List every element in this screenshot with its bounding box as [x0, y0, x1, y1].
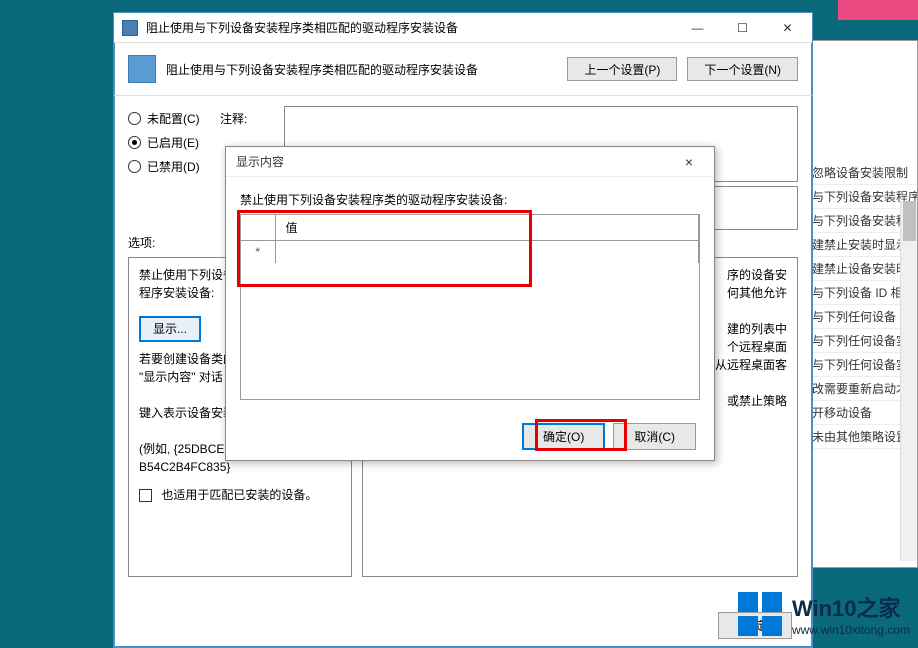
background-policy-list: 忽略设备安装限制 与下列设备安装程序 与下列设备安装程序 建禁止安装时显示自 建… [805, 40, 918, 568]
policy-line[interactable]: 忽略设备安装限制 [806, 161, 917, 185]
watermark-brand1: Win10 [792, 596, 857, 621]
checkbox-label: 也适用于匹配已安装的设备。 [161, 488, 317, 502]
watermark: Win10之家 www.win10xitong.com [736, 590, 910, 638]
radio-not-configured[interactable]: 未配置(C) [128, 106, 220, 130]
values-table[interactable]: 值 * [240, 214, 700, 400]
radio-icon [128, 112, 141, 125]
row-marker: * [241, 241, 275, 264]
dialog-title: 显示内容 [236, 153, 284, 170]
policy-header-text: 阻止使用与下列设备安装程序类相匹配的驱动程序安装设备 [166, 61, 557, 78]
titlebar[interactable]: 阻止使用与下列设备安装程序类相匹配的驱动程序安装设备 — ☐ ✕ [114, 13, 812, 43]
scrollbar[interactable] [900, 201, 917, 561]
dialog-cancel-button[interactable]: 取消(C) [613, 423, 696, 450]
dialog-message: 禁止使用下列设备安装程序类的驱动程序安装设备: [226, 177, 714, 214]
next-setting-button[interactable]: 下一个设置(N) [687, 57, 798, 81]
radio-icon [128, 160, 141, 173]
watermark-url: www.win10xitong.com [792, 623, 910, 637]
prev-setting-button[interactable]: 上一个设置(P) [567, 57, 677, 81]
close-button[interactable]: ✕ [765, 14, 810, 42]
radio-enabled[interactable]: 已启用(E) [128, 130, 220, 154]
radio-disabled[interactable]: 已禁用(D) [128, 154, 220, 178]
radio-icon [128, 136, 141, 149]
show-button[interactable]: 显示... [139, 316, 201, 342]
minimize-button[interactable]: — [675, 14, 720, 42]
radio-label: 未配置(C) [147, 110, 200, 127]
window-title: 阻止使用与下列设备安装程序类相匹配的驱动程序安装设备 [146, 19, 675, 36]
maximize-button[interactable]: ☐ [720, 14, 765, 42]
close-icon[interactable]: × [674, 154, 704, 170]
table-header-blank [241, 215, 275, 241]
table-row: * [241, 241, 699, 264]
windows-logo-icon [736, 590, 784, 638]
options-label: 选项: [128, 236, 155, 250]
radio-label: 已禁用(D) [147, 158, 200, 175]
policy-icon [128, 55, 156, 83]
watermark-brand2: 之家 [857, 596, 901, 621]
show-contents-dialog: 显示内容 × 禁止使用下列设备安装程序类的驱动程序安装设备: 值 * 确定(O)… [225, 146, 715, 461]
dialog-titlebar[interactable]: 显示内容 × [226, 147, 714, 177]
app-icon [122, 20, 138, 36]
checkbox-apply-installed[interactable] [139, 489, 152, 502]
dialog-ok-button[interactable]: 确定(O) [522, 423, 605, 450]
table-header-value: 值 [275, 215, 699, 241]
radio-label: 已启用(E) [147, 134, 199, 151]
value-cell[interactable] [275, 241, 699, 264]
